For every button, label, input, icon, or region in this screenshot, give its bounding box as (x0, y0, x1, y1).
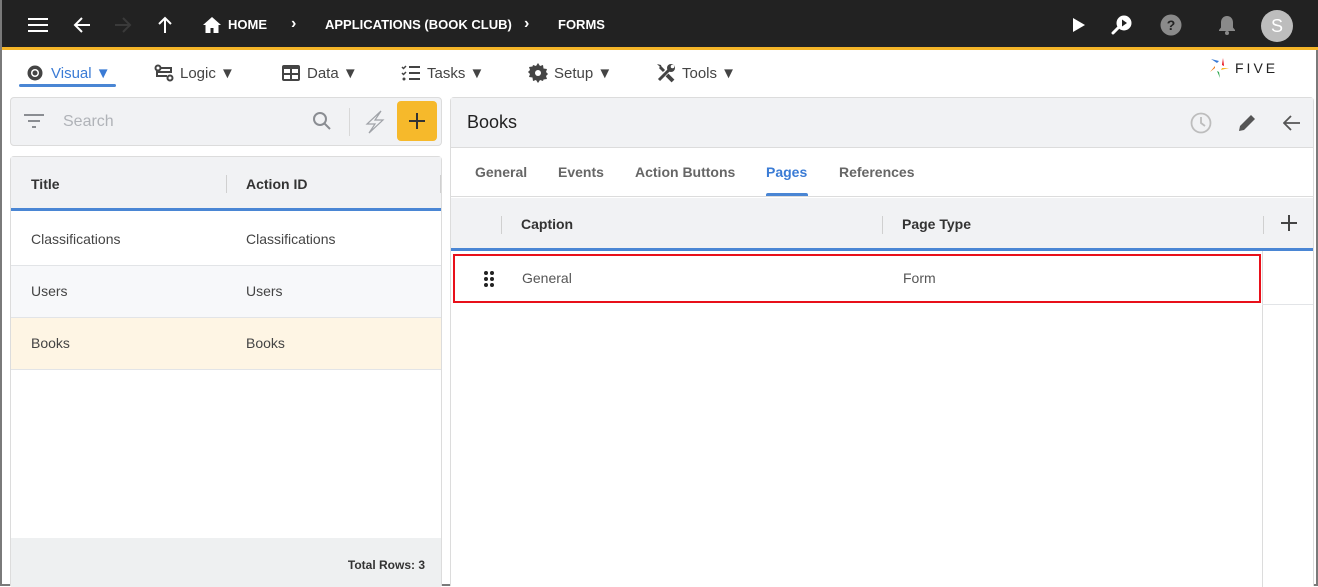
drag-handle-icon[interactable] (483, 270, 495, 291)
row-action-id: Users (246, 283, 283, 299)
tools-icon (656, 63, 676, 83)
menu-visual-label: Visual ▼ (51, 64, 111, 82)
column-title[interactable]: Title (31, 176, 60, 192)
menu-setup-label: Setup ▼ (554, 64, 613, 82)
help-icon[interactable]: ? (1160, 14, 1182, 36)
lightning-icon[interactable] (364, 110, 386, 139)
breadcrumb-home[interactable]: HOME (228, 17, 267, 32)
menu-tasks-label: Tasks ▼ (427, 64, 485, 82)
column-page-type[interactable]: Page Type (902, 216, 971, 232)
menu-setup[interactable]: Setup ▼ (528, 62, 612, 84)
gear-icon (528, 63, 548, 83)
history-icon[interactable] (1188, 110, 1214, 136)
forward-arrow-icon[interactable] (112, 14, 134, 36)
top-bar: HOME › APPLICATIONS (BOOK CLUB) › FORMS … (2, 0, 1318, 50)
chevron-right-icon: › (524, 15, 530, 32)
flow-icon (154, 64, 174, 82)
row-title: Users (31, 283, 68, 299)
menu-data-label: Data ▼ (307, 64, 358, 82)
menu-logic[interactable]: Logic ▼ (154, 62, 235, 84)
column-action-id[interactable]: Action ID (246, 176, 307, 192)
five-logo-icon (1210, 58, 1229, 78)
column-divider[interactable] (882, 216, 883, 234)
table-icon (281, 64, 301, 82)
row-page-type: Form (903, 270, 936, 286)
menu-logic-label: Logic ▼ (180, 64, 235, 82)
menu-icon[interactable] (27, 14, 49, 36)
column-divider[interactable] (440, 175, 441, 193)
forms-list: Title Action ID Classifications Classifi… (10, 156, 442, 587)
detail-header: Books (451, 98, 1313, 148)
svg-text:?: ? (1167, 17, 1176, 33)
column-divider[interactable] (501, 216, 502, 234)
back-arrow-icon[interactable] (1279, 110, 1305, 136)
eye-icon (25, 65, 45, 81)
detail-panel: Books General Events Action Buttons Page… (450, 97, 1314, 587)
menu-tasks[interactable]: Tasks ▼ (401, 62, 484, 84)
back-arrow-icon[interactable] (71, 14, 93, 36)
column-caption[interactable]: Caption (521, 216, 573, 232)
row-title: Classifications (31, 231, 121, 247)
breadcrumb-forms[interactable]: FORMS (558, 17, 605, 32)
pages-row[interactable]: General Form (453, 254, 1261, 303)
menu-visual[interactable]: Visual ▼ (25, 62, 111, 84)
tab-action-buttons[interactable]: Action Buttons (635, 164, 735, 180)
add-button[interactable] (397, 101, 437, 141)
search-play-icon[interactable] (1111, 14, 1133, 36)
list-footer: Total Rows: 3 (11, 538, 441, 587)
logo-text: FIVE (1235, 60, 1279, 76)
pages-grid-header: Caption Page Type (451, 198, 1313, 251)
row-action-id: Books (246, 335, 285, 351)
chevron-right-icon: › (291, 15, 297, 32)
divider (349, 108, 350, 136)
active-menu-indicator (19, 84, 116, 87)
grid-divider (1262, 251, 1263, 587)
column-divider[interactable] (1263, 216, 1264, 234)
menu-data[interactable]: Data ▼ (281, 62, 358, 84)
column-divider[interactable] (226, 175, 227, 193)
menu-tools[interactable]: Tools ▼ (656, 62, 736, 84)
row-title: Books (31, 335, 70, 351)
search-input[interactable] (63, 110, 303, 134)
five-logo: FIVE (1209, 57, 1278, 79)
detail-title: Books (467, 112, 518, 132)
up-arrow-icon[interactable] (154, 14, 176, 36)
edit-icon[interactable] (1234, 110, 1260, 136)
add-page-icon[interactable] (1280, 214, 1298, 237)
tab-bar: General Events Action Buttons Pages Refe… (451, 148, 1313, 197)
search-icon[interactable] (312, 111, 332, 136)
app-window: HOME › APPLICATIONS (BOOK CLUB) › FORMS … (0, 0, 1318, 587)
avatar[interactable]: S (1261, 10, 1293, 42)
row-caption: General (522, 270, 572, 286)
list-row-selected[interactable]: Books Books (11, 318, 441, 370)
tab-pages[interactable]: Pages (766, 164, 807, 180)
search-bar (10, 97, 442, 146)
play-icon[interactable] (1068, 14, 1090, 36)
home-icon[interactable] (201, 14, 223, 36)
checklist-icon (401, 64, 421, 82)
menu-bar: Visual ▼ Logic ▼ Data ▼ Tasks ▼ Setup ▼ … (2, 53, 1318, 93)
grid-divider (1262, 304, 1313, 305)
active-tab-indicator (766, 193, 808, 196)
list-row[interactable]: Classifications Classifications (11, 214, 441, 266)
tab-events[interactable]: Events (558, 164, 604, 180)
plus-icon (409, 113, 425, 129)
list-row[interactable]: Users Users (11, 266, 441, 318)
tab-references[interactable]: References (839, 164, 915, 180)
total-rows: Total Rows: 3 (347, 558, 425, 572)
breadcrumb-applications[interactable]: APPLICATIONS (BOOK CLUB) (325, 17, 512, 32)
filter-icon[interactable] (24, 114, 44, 133)
list-header: Title Action ID (11, 157, 441, 211)
bell-icon[interactable] (1216, 14, 1238, 36)
row-action-id: Classifications (246, 231, 336, 247)
menu-tools-label: Tools ▼ (682, 64, 737, 82)
tab-general[interactable]: General (475, 164, 527, 180)
